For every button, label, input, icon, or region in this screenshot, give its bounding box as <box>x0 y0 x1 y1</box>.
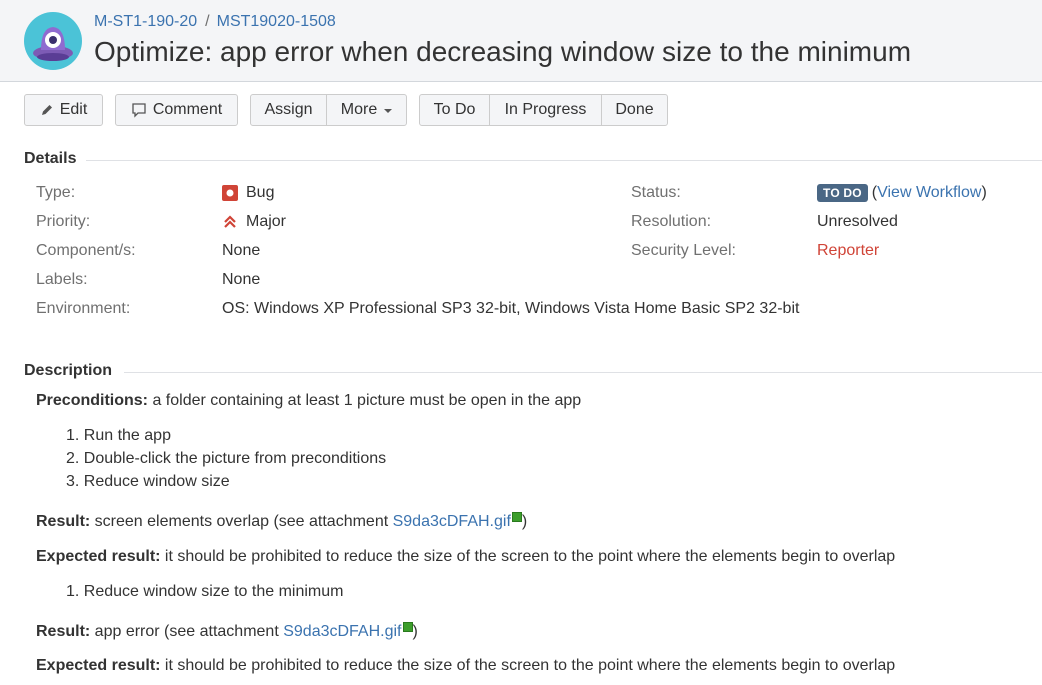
edit-button[interactable]: Edit <box>24 94 103 126</box>
breadcrumb-project-link[interactable]: M-ST1-190-20 <box>94 13 197 30</box>
done-button-label: Done <box>615 101 654 118</box>
view-workflow-close: ) <box>981 184 987 201</box>
issue-header: M-ST1-190-20 / MST19020-1508 Optimize: app… <box>0 0 1042 82</box>
breadcrumb: M-ST1-190-20 / MST19020-1508 <box>94 13 336 31</box>
description-divider <box>124 372 1042 373</box>
done-button[interactable]: Done <box>601 94 668 126</box>
priority-value: Major <box>222 213 286 231</box>
expected-label-2: Expected result: <box>36 657 161 674</box>
details-heading: Details <box>24 150 77 167</box>
major-priority-icon <box>224 215 236 228</box>
todo-button-label: To Do <box>433 101 476 118</box>
component-value: None <box>222 242 261 259</box>
priority-label: Priority: <box>36 213 91 230</box>
type-value: Bug <box>222 184 274 202</box>
resolution-value: Unresolved <box>817 213 898 230</box>
attachment-link-2[interactable]: S9da3cDFAH.gif <box>283 623 401 640</box>
preconditions-label: Preconditions: <box>36 392 149 409</box>
type-label: Type: <box>36 184 76 201</box>
pencil-icon <box>41 105 52 115</box>
assign-button-label: Assign <box>264 101 313 118</box>
security-value: Reporter <box>817 242 880 259</box>
comment-button-label: Comment <box>152 101 223 118</box>
status-label: Status: <box>631 184 681 201</box>
security-label: Security Level: <box>631 242 736 259</box>
result-label-1: Result: <box>36 513 91 530</box>
result-close-2: ) <box>412 623 418 640</box>
expected-label-1: Expected result: <box>36 548 161 565</box>
expected-line-1: Expected result: it should be prohibited… <box>36 548 895 566</box>
comment-button[interactable]: Comment <box>115 94 238 126</box>
edit-button-label: Edit <box>59 101 88 118</box>
labels-value: None <box>222 271 261 288</box>
more-button[interactable]: More <box>326 94 407 126</box>
todo-button[interactable]: To Do <box>419 94 490 126</box>
expected-text-1: it should be prohibited to reduce the si… <box>160 548 896 565</box>
bug-icon <box>222 185 238 201</box>
result-label-2: Result: <box>36 623 91 640</box>
page-title: Optimize: app error when decreasing wind… <box>94 36 912 67</box>
step-item: 1. Run the app <box>66 427 171 444</box>
status-value: TO DO (View Workflow) <box>817 184 987 202</box>
priority-value-text: Major <box>246 213 287 230</box>
result-close-1: ) <box>521 513 528 530</box>
result-text-1: screen elements overlap (see attachment <box>90 513 393 530</box>
preconditions-text: a folder containing at least 1 picture m… <box>148 392 582 409</box>
result-text-2: app error (see attachment <box>90 623 284 640</box>
expected-text-2: it should be prohibited to reduce the si… <box>160 657 896 674</box>
breadcrumb-separator: / <box>205 13 210 30</box>
view-workflow-link[interactable]: View Workflow <box>877 184 981 202</box>
result-line-2: Result: app error (see attachment S9da3c… <box>36 622 418 641</box>
speech-bubble-icon <box>132 103 146 118</box>
component-label: Component/s: <box>36 242 136 259</box>
project-avatar-icon[interactable] <box>24 12 82 70</box>
result-line-1: Result: screen elements overlap (see att… <box>36 512 528 531</box>
chevron-down-icon <box>384 109 393 113</box>
description-heading: Description <box>24 362 113 379</box>
breadcrumb-issue-link[interactable]: MST19020-1508 <box>217 13 336 30</box>
labels-label: Labels: <box>36 271 88 288</box>
attachment-link-1[interactable]: S9da3cDFAH.gif <box>393 513 511 530</box>
step-item: 2. Double-click the picture from precond… <box>66 450 387 467</box>
preconditions-line: Preconditions: a folder containing at le… <box>36 392 581 410</box>
details-divider <box>86 160 1042 161</box>
status-badge: TO DO <box>817 184 868 202</box>
attachment-icon <box>402 622 413 632</box>
in-progress-button[interactable]: In Progress <box>489 94 602 126</box>
environment-label: Environment: <box>36 300 131 317</box>
assign-button[interactable]: Assign <box>250 94 327 126</box>
resolution-label: Resolution: <box>631 213 712 230</box>
more-button-label: More <box>340 101 378 118</box>
environment-value: OS: Windows XP Professional SP3 32-bit, … <box>222 300 800 317</box>
in-progress-button-label: In Progress <box>504 101 587 118</box>
step-item: 1. Reduce window size to the minimum <box>66 583 344 600</box>
attachment-icon <box>511 512 522 522</box>
expected-line-2: Expected result: it should be prohibited… <box>36 657 895 675</box>
type-value-text: Bug <box>246 184 275 201</box>
step-item: 3. Reduce window size <box>66 473 230 490</box>
